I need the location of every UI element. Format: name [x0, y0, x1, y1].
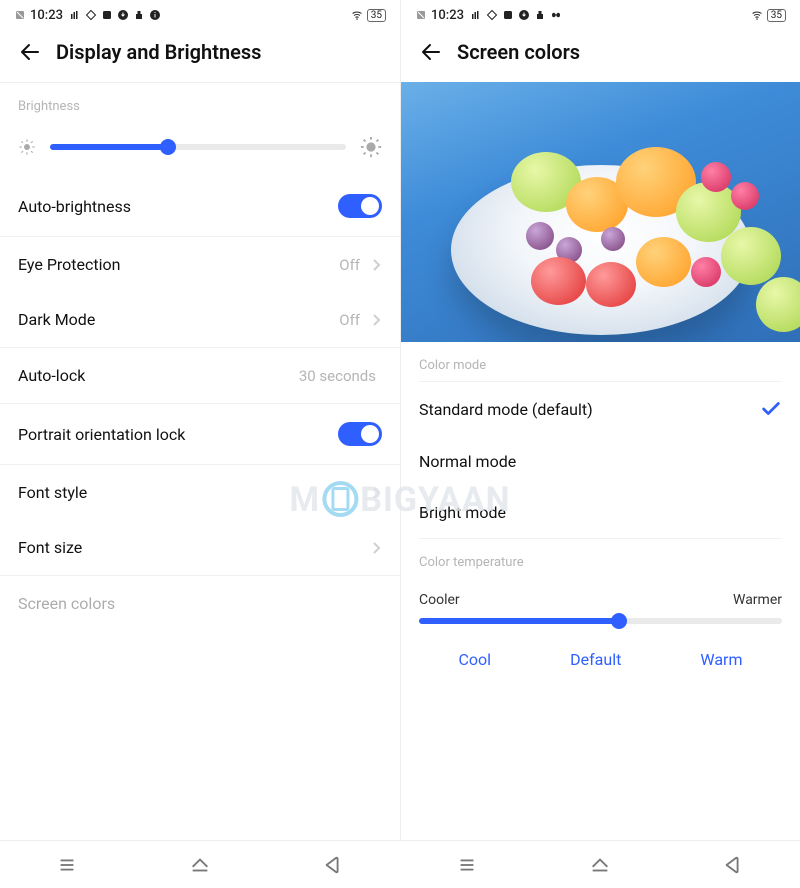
eye-protection-row[interactable]: Eye Protection Off	[0, 237, 400, 292]
nav-back-icon[interactable]	[322, 854, 344, 876]
diamond-icon	[486, 9, 498, 21]
butterfly-icon	[550, 9, 562, 21]
back-button[interactable]	[419, 40, 443, 64]
usb-icon	[133, 9, 145, 21]
header: Screen colors	[401, 30, 800, 82]
auto-brightness-row[interactable]: Auto-brightness	[0, 176, 400, 236]
temp-warmer-label: Warmer	[733, 592, 782, 608]
status-time: 10:23	[30, 8, 63, 23]
square-icon	[502, 9, 514, 21]
nav-back-icon[interactable]	[722, 854, 744, 876]
color-mode-standard[interactable]: Standard mode (default)	[401, 382, 800, 436]
temp-preset-default[interactable]: Default	[570, 650, 621, 669]
screen-colors-row[interactable]: Screen colors	[0, 576, 400, 631]
page-title: Display and Brightness	[56, 40, 261, 64]
check-icon	[760, 398, 782, 420]
screen-colors-label: Screen colors	[18, 594, 115, 613]
auto-lock-value: 30 seconds	[299, 367, 376, 385]
color-mode-standard-label: Standard mode (default)	[419, 400, 593, 419]
portrait-lock-row[interactable]: Portrait orientation lock	[0, 404, 400, 464]
section-color-temp-label: Color temperature	[401, 539, 800, 578]
bars-icon	[69, 9, 81, 21]
nav-home-icon[interactable]	[589, 854, 611, 876]
status-bar: 10:23 35	[0, 0, 400, 30]
auto-lock-row[interactable]: Auto-lock 30 seconds	[0, 348, 400, 403]
section-brightness-label: Brightness	[0, 83, 400, 122]
dark-mode-value: Off	[339, 311, 360, 329]
screen-screen-colors: 10:23 35 Screen colors	[400, 0, 800, 840]
page-title: Screen colors	[457, 40, 580, 64]
battery-indicator: 35	[767, 9, 786, 22]
temp-preset-cool[interactable]: Cool	[459, 650, 492, 669]
arrow-left-icon	[18, 40, 42, 64]
nav-recents-icon[interactable]	[56, 854, 78, 876]
nav-home-icon[interactable]	[189, 854, 211, 876]
diamond-icon	[85, 9, 97, 21]
color-mode-bright[interactable]: Bright mode	[401, 487, 800, 538]
wifi-icon	[351, 9, 363, 21]
auto-brightness-label: Auto-brightness	[18, 197, 131, 216]
section-color-mode-label: Color mode	[401, 342, 800, 381]
temp-cooler-label: Cooler	[419, 592, 460, 608]
dark-mode-row[interactable]: Dark Mode Off	[0, 292, 400, 347]
usb-icon	[534, 9, 546, 21]
square-icon	[101, 9, 113, 21]
portrait-lock-label: Portrait orientation lock	[18, 425, 185, 444]
wifi-icon	[751, 9, 763, 21]
color-mode-bright-label: Bright mode	[419, 503, 506, 522]
dark-mode-label: Dark Mode	[18, 310, 95, 329]
info-icon	[149, 9, 161, 21]
font-style-label: Font style	[18, 483, 87, 502]
download-icon	[518, 9, 530, 21]
status-bar: 10:23 35	[401, 0, 800, 30]
arrow-left-icon	[419, 40, 443, 64]
status-time: 10:23	[431, 8, 464, 23]
color-preview-image	[401, 82, 800, 342]
chevron-right-icon	[372, 541, 382, 555]
screen-display-brightness: 10:23 35 Display and Brightness Brightne…	[0, 0, 400, 840]
color-temp-slider[interactable]	[419, 618, 782, 624]
no-sim-icon	[14, 9, 26, 21]
eye-protection-label: Eye Protection	[18, 255, 120, 274]
font-style-row[interactable]: Font style	[0, 465, 400, 520]
chevron-right-icon	[372, 258, 382, 272]
nav-recents-icon[interactable]	[456, 854, 478, 876]
brightness-slider[interactable]	[50, 144, 346, 150]
no-sim-icon	[415, 9, 427, 21]
brightness-high-icon	[360, 136, 382, 158]
font-size-label: Font size	[18, 538, 82, 557]
auto-brightness-toggle[interactable]	[338, 194, 382, 218]
color-mode-normal[interactable]: Normal mode	[401, 436, 800, 487]
font-size-row[interactable]: Font size	[0, 520, 400, 575]
download-icon	[117, 9, 129, 21]
nav-bar	[0, 840, 800, 888]
bars-icon	[470, 9, 482, 21]
portrait-lock-toggle[interactable]	[338, 422, 382, 446]
chevron-right-icon	[372, 313, 382, 327]
eye-protection-value: Off	[339, 256, 360, 274]
battery-indicator: 35	[367, 9, 386, 22]
header: Display and Brightness	[0, 30, 400, 82]
back-button[interactable]	[18, 40, 42, 64]
brightness-low-icon	[18, 138, 36, 156]
color-mode-normal-label: Normal mode	[419, 452, 516, 471]
chevron-right-icon	[372, 486, 382, 500]
auto-lock-label: Auto-lock	[18, 366, 85, 385]
temp-preset-warm[interactable]: Warm	[700, 650, 742, 669]
